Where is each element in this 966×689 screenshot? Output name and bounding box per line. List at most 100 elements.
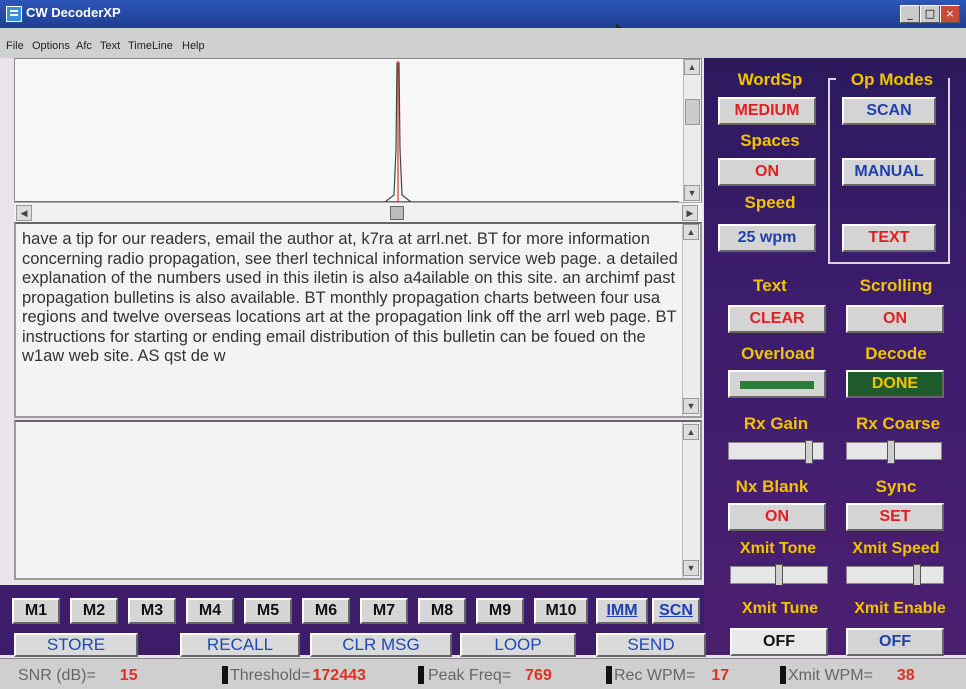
scrolling-button[interactable]: ON [846,305,944,333]
scan-mode-button[interactable]: SCAN [842,97,936,125]
xmit-tone-label: Xmit Tone [739,540,817,557]
wordsp-label: WordSp [737,70,803,89]
threshold-label: Threshold= [230,667,311,684]
scroll-right-icon[interactable]: ▶ [682,205,698,221]
overload-label: Overload [741,344,815,363]
xmit-speed-label: Xmit Speed [852,540,940,557]
rx-coarse-slider[interactable] [846,440,942,464]
xmit-tone-slider[interactable] [730,564,828,588]
memory-button-m7[interactable]: M7 [360,598,408,624]
imm-button[interactable]: IMM [596,598,648,624]
rec-wpm-label: Rec WPM= [614,667,696,684]
decode-status: DONE [846,370,944,398]
frequency-hscroll[interactable]: ◀ ▶ [14,202,702,222]
nx-blank-label: Nx Blank [735,477,809,496]
recall-button[interactable]: RECALL [180,633,300,657]
op-modes-label: Op Modes [836,70,948,90]
decode-label: Decode [865,344,927,363]
decoded-text-panel[interactable]: have a tip for our readers, email the au… [14,222,702,418]
wordsp-button[interactable]: MEDIUM [718,97,816,125]
menu-file[interactable]: File [6,40,24,52]
clear-text-button[interactable]: CLEAR [728,305,826,333]
memory-button-m3[interactable]: M3 [128,598,176,624]
scroll-thumb[interactable] [685,99,700,125]
xmit-speed-slider[interactable] [846,564,944,588]
minimize-button[interactable]: _ [900,5,920,23]
nx-blank-button[interactable]: ON [728,503,826,531]
status-separator [780,666,786,684]
peak-freq-readout: Peak Freq= 769 [428,667,552,685]
peak-freq-label: Peak Freq= [428,667,512,684]
spaces-button[interactable]: ON [718,158,816,186]
loop-button[interactable]: LOOP [460,633,576,657]
snr-label: SNR (dB)= [18,667,96,684]
snr-readout: SNR (dB)= 15 [18,667,138,685]
memory-button-m6[interactable]: M6 [302,598,350,624]
scroll-up-icon[interactable]: ▲ [683,424,699,440]
rec-wpm-readout: Rec WPM= 17 [614,667,729,685]
menu-options[interactable]: Options [32,40,70,52]
menu-text[interactable]: Text [100,40,120,52]
memory-button-m10[interactable]: M10 [534,598,588,624]
manual-mode-button[interactable]: MANUAL [842,158,936,186]
xmit-tune-button[interactable]: OFF [730,628,828,656]
close-button[interactable]: × [940,5,960,23]
memory-button-m5[interactable]: M5 [244,598,292,624]
memory-button-m1[interactable]: M1 [12,598,60,624]
peak-freq-value: 769 [525,667,552,684]
text-vscroll[interactable]: ▲ ▼ [682,224,700,416]
decoded-text: have a tip for our readers, email the au… [22,230,678,365]
speed-button[interactable]: 25 wpm [718,224,816,252]
menu-afc[interactable]: Afc [76,40,92,52]
sync-label: Sync [875,477,917,496]
xmit-wpm-label: Xmit WPM= [788,667,873,684]
status-bar: SNR (dB)= 15 Threshold= 172443 Peak Freq= 7… [0,658,966,689]
maximize-button[interactable]: □ [920,5,940,23]
xmit-tune-label: Xmit Tune [741,600,819,617]
rx-coarse-thumb[interactable] [887,440,895,464]
memory-button-m4[interactable]: M4 [186,598,234,624]
scroll-down-icon[interactable]: ▼ [684,185,700,201]
menu-bar: File Options Afc Text TimeLine Help [0,28,966,58]
overload-bar [740,381,814,389]
xmit-wpm-value: 38 [896,667,915,684]
transmit-text-panel[interactable]: ▲ ▼ [14,420,702,580]
scroll-left-icon[interactable]: ◀ [16,205,32,221]
scroll-up-icon[interactable]: ▲ [684,59,700,75]
clr-msg-button[interactable]: CLR MSG [310,633,452,657]
xmit-wpm-readout: Xmit WPM= 38 [788,667,915,685]
app-icon [6,6,22,22]
tx-vscroll[interactable]: ▲ ▼ [682,422,700,578]
rx-gain-label: Rx Gain [743,414,809,433]
spectrum-vscroll[interactable]: ▲ ▼ [683,59,701,203]
status-separator [418,666,424,684]
status-separator [606,666,612,684]
memory-button-m2[interactable]: M2 [70,598,118,624]
xmit-enable-button[interactable]: OFF [846,628,944,656]
threshold-value: 172443 [312,667,366,684]
rx-coarse-label: Rx Coarse [855,414,941,433]
scroll-up-icon[interactable]: ▲ [683,224,699,240]
text-label: Text [753,276,787,295]
scrolling-label: Scrolling [859,276,933,295]
frequency-thumb[interactable] [390,206,404,220]
menu-help[interactable]: Help [182,40,205,52]
memory-button-m8[interactable]: M8 [418,598,466,624]
rec-wpm-value: 17 [711,667,730,684]
rx-gain-thumb[interactable] [805,440,813,464]
store-button[interactable]: STORE [14,633,138,657]
scroll-down-icon[interactable]: ▼ [683,560,699,576]
speed-label: Speed [744,193,796,212]
menu-timeline[interactable]: TimeLine [128,40,173,52]
sync-button[interactable]: SET [846,503,944,531]
spaces-label: Spaces [740,131,800,150]
scroll-down-icon[interactable]: ▼ [683,398,699,414]
rx-gain-slider[interactable] [728,440,824,464]
spectrum-display[interactable]: ▲ ▼ [14,58,702,220]
send-button[interactable]: SEND [596,633,706,657]
memory-button-m9[interactable]: M9 [476,598,524,624]
xmit-enable-label: Xmit Enable [854,600,946,617]
scn-button[interactable]: SCN [652,598,700,624]
spectrum-plot [15,61,679,203]
text-mode-button[interactable]: TEXT [842,224,936,252]
